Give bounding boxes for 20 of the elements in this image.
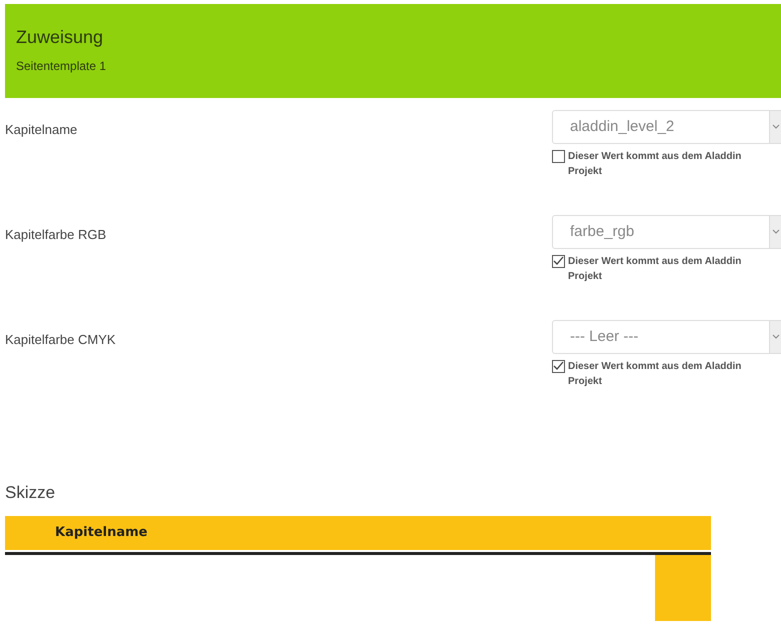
caret-icon [769,321,781,353]
header-subtitle: Seitentemplate 1 [16,58,108,75]
select-field[interactable]: aladdin_level_2 [552,110,781,144]
checkbox-label: Dieser Wert kommt aus dem Aladdin Projekt [568,150,742,179]
checkbox-label: Dieser Wert kommt aus dem Aladdin Projekt [568,255,742,284]
field-label: Kapitelfarbe CMYK [5,331,117,348]
checkbox[interactable] [552,255,565,268]
bar-label: Kapitelname [55,524,148,542]
caret-icon [769,111,781,143]
checkbox[interactable] [552,150,565,163]
section-title: Skizze [5,482,56,504]
caret-icon [769,216,781,248]
sketch-block [655,554,711,620]
field-label: Kapitelfarbe RGB [5,226,108,243]
select-field[interactable]: farbe_rgb [552,215,781,249]
checkbox[interactable] [552,360,565,373]
field-label: Kapitelname [5,121,78,138]
checkbox-label: Dieser Wert kommt aus dem Aladdin Projekt [568,360,742,389]
select-field[interactable]: --- Leer --- [552,320,781,354]
header-title: Zuweisung [16,26,104,48]
